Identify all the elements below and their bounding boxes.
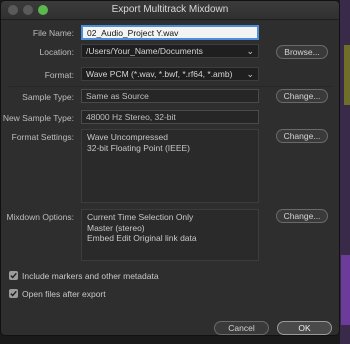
window-title: Export Multitrack Mixdown (111, 4, 229, 15)
format-value: Wave PCM (*.wav, *.bwf, *.rf64, *.amb) (86, 69, 233, 79)
location-dropdown[interactable]: /Users/Your_Name/Documents ⌄ (81, 44, 259, 58)
format-settings-change-button[interactable]: Change... (276, 129, 328, 143)
new-sample-type-label: New Sample Type: (2, 113, 74, 123)
background-selection-edge (344, 45, 350, 105)
background-waveform-edge (341, 255, 350, 325)
format-dropdown[interactable]: Wave PCM (*.wav, *.bwf, *.rf64, *.amb) ⌄ (81, 67, 259, 81)
new-sample-type-value: 48000 Hz Stereo, 32-bit (81, 110, 259, 124)
checkmark-icon (10, 272, 17, 279)
chevron-down-icon: ⌄ (246, 69, 254, 79)
chevron-down-icon: ⌄ (246, 46, 254, 56)
mixdown-options-label: Mixdown Options: (6, 212, 74, 222)
open-files-checkbox[interactable] (9, 289, 18, 298)
mixdown-option-line: Current Time Selection Only (87, 212, 194, 222)
mixdown-option-line: Master (stereo) (87, 222, 145, 233)
include-markers-checkbox[interactable] (9, 271, 18, 280)
include-markers-label[interactable]: Include markers and other metadata (22, 271, 159, 281)
cancel-button[interactable]: Cancel (214, 321, 269, 335)
location-value: /Users/Your_Name/Documents (86, 46, 203, 56)
browse-button[interactable]: Browse... (276, 45, 328, 59)
title-bar: Export Multitrack Mixdown (1, 1, 339, 20)
checkmark-icon (10, 290, 17, 297)
open-files-label[interactable]: Open files after export (22, 289, 106, 299)
export-mixdown-dialog: Export Multitrack Mixdown File Name: 02_… (0, 0, 340, 336)
format-settings-label: Format Settings: (11, 132, 74, 142)
format-settings-box: Wave Uncompressed 32-bit Floating Point … (81, 129, 259, 203)
file-name-input[interactable]: 02_Audio_Project Y.wav (81, 25, 259, 40)
mixdown-options-box: Current Time Selection Only Master (ster… (81, 209, 259, 261)
separator (9, 86, 331, 87)
file-name-label: File Name: (32, 28, 74, 38)
mixdown-options-change-button[interactable]: Change... (276, 209, 328, 223)
format-settings-line: 32-bit Floating Point (IEEE) (87, 142, 190, 153)
format-label: Format: (44, 70, 74, 80)
location-label: Location: (39, 47, 75, 57)
format-settings-line: Wave Uncompressed (87, 132, 168, 142)
sample-type-label: Sample Type: (22, 92, 74, 102)
sample-type-change-button[interactable]: Change... (276, 89, 328, 103)
ok-button[interactable]: OK (277, 321, 332, 335)
mixdown-option-line: Embed Edit Original link data (87, 233, 197, 243)
sample-type-value: Same as Source (81, 89, 259, 103)
